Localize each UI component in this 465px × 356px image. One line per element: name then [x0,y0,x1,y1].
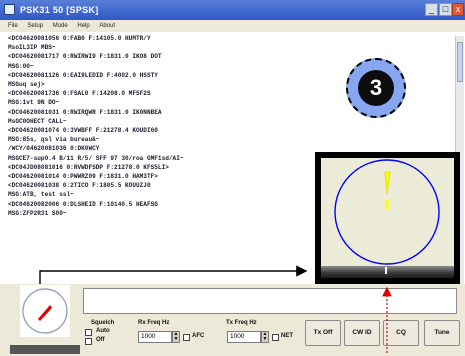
pointer-arrow [39,265,308,284]
annotation-overlay [39,265,392,353]
